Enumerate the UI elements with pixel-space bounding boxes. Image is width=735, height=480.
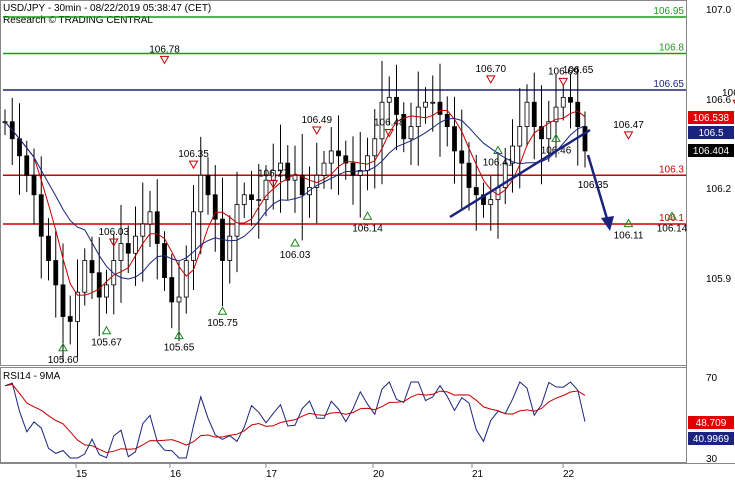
candle-body [321, 162, 327, 176]
candle-body [104, 284, 109, 298]
pivot-high-label: 106.49 [301, 115, 332, 126]
candle-body [176, 296, 182, 303]
candle-body [53, 260, 59, 286]
pivot-high-label: 106.47 [613, 120, 644, 131]
pivot-high-label: 106.35 [178, 149, 209, 160]
pivot-low-label: 105.60 [48, 355, 79, 366]
candle-body [386, 96, 392, 103]
candle-body [249, 194, 254, 201]
candle-body [241, 194, 247, 205]
candle-body [75, 291, 80, 322]
candle-body [256, 199, 262, 202]
candle-body [82, 260, 88, 293]
rsi-tag-label: 40.9969 [693, 434, 730, 445]
level-label: 106.95 [653, 6, 684, 17]
candle-body [408, 126, 414, 140]
pivot-high-label: 106.03 [98, 227, 129, 238]
pivot-low-label: 106.41 [483, 158, 514, 169]
pivot-low-label: 106.11 [614, 231, 644, 242]
candle-body [133, 235, 138, 254]
candle-body [372, 138, 378, 157]
candle-body [459, 150, 465, 164]
x-tick-label: 16 [170, 469, 182, 480]
candle-body [205, 174, 211, 196]
candle-body [169, 277, 175, 303]
candle-body [67, 316, 73, 322]
x-tick-label: 17 [266, 469, 278, 480]
x-tick-label: 22 [563, 469, 575, 480]
candle-body [531, 101, 537, 127]
candle-body [147, 211, 153, 225]
candle-body [234, 204, 240, 237]
candle-body [292, 174, 298, 181]
chart-title: USD/JPY - 30min - 08/22/2019 05:38:47 (C… [3, 3, 211, 14]
candle-body [89, 260, 95, 274]
price-tag-label: 106.404 [693, 146, 730, 157]
rsi-tag-label: 48.709 [696, 418, 727, 429]
rsi-title: RSI14 - 9MA [3, 371, 61, 382]
annotation-label: 106.65 [563, 65, 594, 76]
pivot-low-label: 106.03 [280, 250, 311, 261]
annotation-label: 106.35 [578, 180, 609, 191]
forex-chart: USD/JPY - 30min - 08/22/2019 05:38:47 (C… [0, 0, 735, 480]
candle-body [162, 243, 167, 278]
candle-body [299, 174, 305, 196]
candle-body [46, 235, 51, 261]
rsi-y-tick-label: 30 [706, 454, 718, 465]
x-tick-label: 21 [472, 469, 484, 480]
pivot-high-label: 106.48 [374, 117, 405, 128]
candle-body [568, 96, 573, 103]
candle-body [517, 126, 523, 147]
pivot-high-label: 106.78 [149, 44, 180, 55]
pivot-high-label: 106.60 [722, 88, 735, 99]
candle-body [437, 101, 443, 115]
pivot-low-label: 106.14 [352, 223, 383, 234]
candle-body [466, 162, 472, 188]
candle-body [125, 243, 131, 254]
x-tick-label: 15 [76, 469, 88, 480]
y-tick-label: 106.2 [706, 184, 731, 195]
candle-body [118, 243, 124, 261]
candle-body [140, 223, 146, 237]
candle-body [154, 211, 160, 244]
candle-body [575, 101, 581, 127]
candle-body [31, 174, 37, 196]
level-label: 106.3 [659, 164, 684, 175]
rsi-y-tick-label: 70 [706, 373, 718, 384]
price-tag-label: 106.538 [693, 113, 730, 124]
candle-body [444, 114, 450, 127]
y-tick-label: 105.9 [706, 274, 731, 285]
candle-body [38, 194, 44, 237]
candle-body [183, 260, 189, 298]
pivot-high-label: 106.27 [258, 169, 289, 180]
candle-body [96, 272, 102, 298]
candle-body [452, 126, 457, 152]
price-tag-label: 106.5 [698, 128, 723, 139]
candle-body [24, 155, 30, 176]
pivot-high-label: 106.70 [475, 64, 506, 75]
candle-body [488, 199, 494, 205]
candle-body [524, 101, 530, 127]
candle-body [430, 101, 436, 104]
candle-body [328, 150, 334, 164]
candle-body [350, 162, 356, 176]
candle-body [227, 235, 233, 261]
candle-body [582, 126, 588, 152]
pivot-low-label: 105.65 [164, 343, 195, 354]
level-label: 106.65 [653, 79, 684, 90]
level-label: 106.8 [659, 43, 684, 54]
candle-body [198, 174, 204, 213]
candle-body [263, 179, 269, 201]
pivot-low-label: 105.67 [91, 338, 122, 349]
candle-body [336, 150, 341, 157]
candle-body [560, 96, 566, 108]
candle-body [473, 187, 479, 196]
pivot-low-label: 105.75 [207, 318, 238, 329]
candle-body [394, 96, 399, 115]
candle-body [60, 284, 66, 317]
pivot-low-label: 106.14 [657, 223, 688, 234]
x-tick-label: 20 [373, 469, 385, 480]
y-tick-label: 107.0 [706, 5, 731, 16]
candle-body [423, 101, 428, 108]
